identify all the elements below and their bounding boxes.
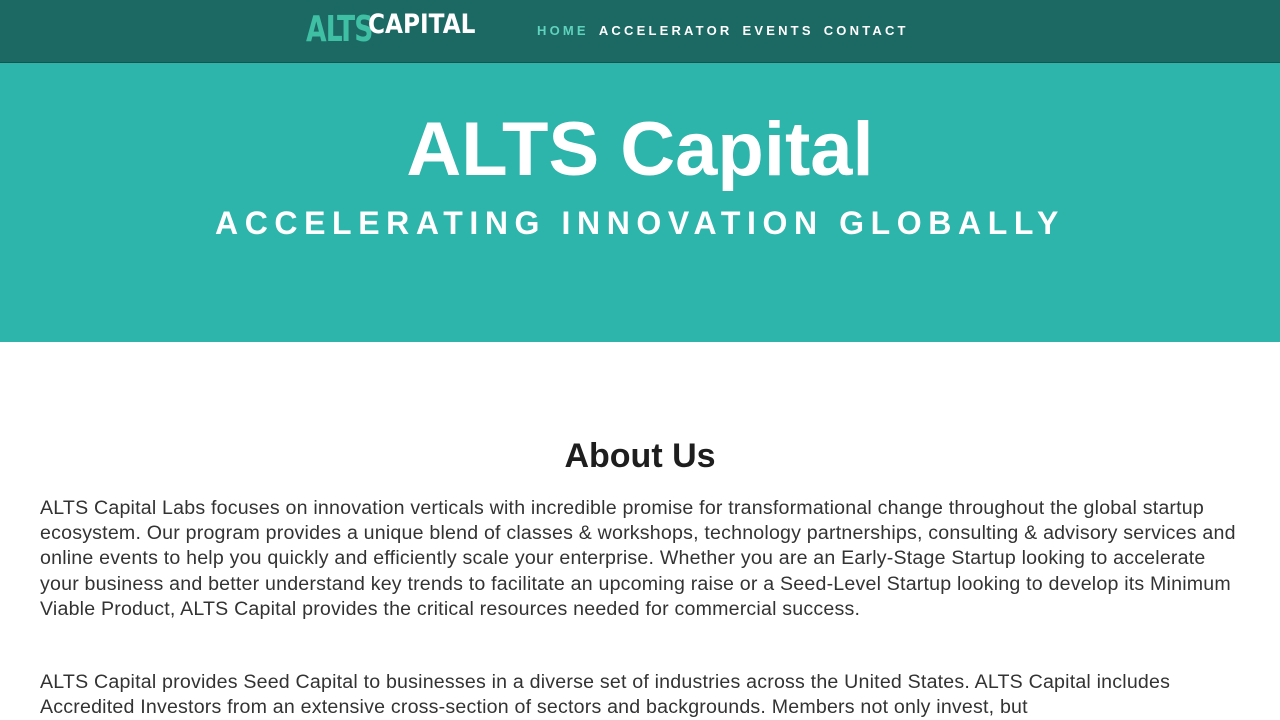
about-paragraph-1: ALTS Capital Labs focuses on innovation … <box>40 497 1236 620</box>
nav-item-events[interactable]: EVENTS <box>742 22 813 40</box>
hero-subtitle: ACCELERATING INNOVATION GLOBALLY <box>214 205 1065 241</box>
nav-item-contact[interactable]: CONTACT <box>824 22 909 40</box>
logo-alts-text: ALTS <box>306 9 373 50</box>
nav-item-home[interactable]: HOME <box>537 22 589 40</box>
nav-item-accelerator[interactable]: ACCELERATOR <box>599 22 733 40</box>
about-paragraph-2: ALTS Capital provides Seed Capital to bu… <box>40 671 1171 719</box>
main-nav: HOME ACCELERATOR EVENTS CONTACT <box>537 22 919 40</box>
top-navigation-bar: ALTS CAPITAL HOME ACCELERATOR EVENTS CON… <box>0 0 1280 63</box>
hero-banner: ALTS Capital ACCELERATING INNOVATION GLO… <box>0 63 1280 342</box>
about-heading: About Us <box>564 437 716 475</box>
hero-title: ALTS Capital <box>406 107 874 192</box>
logo-capital-text: CAPITAL <box>368 9 476 40</box>
alts-capital-logo[interactable]: ALTS CAPITAL <box>306 8 493 50</box>
